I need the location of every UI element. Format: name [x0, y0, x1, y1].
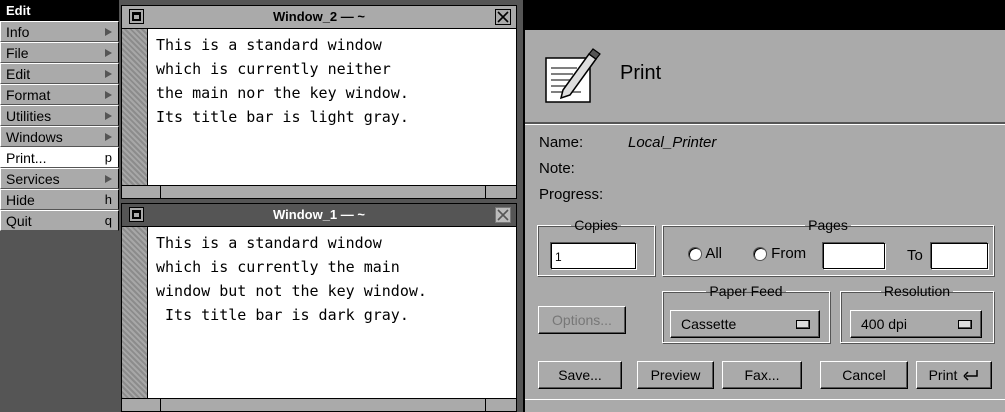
- menu-item-windows[interactable]: Windows: [0, 126, 119, 147]
- miniaturize-icon[interactable]: [129, 9, 144, 24]
- menu-title: Edit: [0, 0, 119, 21]
- paper-feed-box: Paper Feed Cassette: [662, 283, 830, 343]
- window-1: Window_1 — ~ This is a standard window wh…: [121, 203, 517, 412]
- menu-item-services[interactable]: Services: [0, 168, 119, 189]
- submenu-arrow-icon: [105, 111, 112, 120]
- window-1-title: Window_1 — ~: [273, 207, 365, 222]
- popup-icon: [958, 319, 972, 329]
- close-icon[interactable]: [495, 207, 511, 223]
- main-menu: Edit Info File Edit Format Utilities Win…: [0, 0, 119, 231]
- menu-item-format[interactable]: Format: [0, 84, 119, 105]
- print-panel-header: Print: [525, 30, 1005, 124]
- resize-bar[interactable]: [122, 398, 516, 411]
- menu-item-utilities[interactable]: Utilities: [0, 105, 119, 126]
- progress-label: Progress:: [539, 186, 604, 203]
- submenu-arrow-icon: [105, 48, 112, 57]
- save-button[interactable]: Save...: [538, 361, 622, 389]
- divider: [525, 399, 1005, 400]
- shortcut-key: h: [104, 192, 112, 207]
- print-button[interactable]: Print: [916, 361, 992, 389]
- menu-item-file[interactable]: File: [0, 42, 119, 63]
- cancel-button[interactable]: Cancel: [820, 361, 908, 389]
- close-icon[interactable]: [495, 9, 511, 25]
- popup-icon: [796, 319, 810, 329]
- radio-from-icon: [753, 247, 767, 262]
- copies-legend: Copies: [574, 217, 618, 233]
- window-2-titlebar[interactable]: Window_2 — ~: [122, 6, 516, 29]
- shortcut-key: q: [104, 213, 112, 228]
- shortcut-key: p: [104, 150, 112, 165]
- resize-bar[interactable]: [122, 185, 516, 198]
- paper-feed-popup[interactable]: Cassette: [670, 310, 820, 338]
- from-field[interactable]: [823, 243, 885, 269]
- printer-icon: [545, 48, 601, 103]
- window-2-title: Window_2 — ~: [273, 9, 365, 24]
- menu-item-print[interactable]: Print... p: [0, 147, 119, 168]
- note-label: Note:: [539, 160, 575, 177]
- printer-name: Local_Printer: [628, 134, 717, 151]
- radio-from[interactable]: From: [753, 245, 806, 262]
- submenu-arrow-icon: [105, 174, 112, 183]
- fax-button[interactable]: Fax...: [722, 361, 802, 389]
- copies-field[interactable]: 1: [551, 243, 636, 269]
- resolution-legend: Resolution: [883, 283, 951, 299]
- menu-item-hide[interactable]: Hide h: [0, 189, 119, 210]
- submenu-arrow-icon: [105, 27, 112, 36]
- window-1-text[interactable]: This is a standard window which is curren…: [148, 227, 516, 399]
- pages-legend: Pages: [808, 217, 848, 233]
- scroll-bar[interactable]: [122, 227, 148, 399]
- menu-item-edit[interactable]: Edit: [0, 63, 119, 84]
- window-2: Window_2 — ~ This is a standard window wh…: [121, 5, 517, 199]
- print-panel: Print Name: Local_Printer Note: Progress…: [523, 0, 1005, 412]
- radio-all[interactable]: All: [688, 245, 722, 262]
- options-button[interactable]: Options...: [538, 306, 626, 334]
- to-field[interactable]: [931, 243, 988, 269]
- resolution-popup[interactable]: 400 dpi: [850, 310, 982, 338]
- return-key-icon: [963, 370, 979, 381]
- submenu-arrow-icon: [105, 132, 112, 141]
- menu-item-quit[interactable]: Quit q: [0, 210, 119, 231]
- to-label: To: [907, 247, 923, 264]
- print-heading: Print: [620, 62, 662, 84]
- preview-button[interactable]: Preview: [637, 361, 714, 389]
- window-2-text[interactable]: This is a standard window which is curren…: [148, 29, 516, 186]
- radio-all-icon: [688, 247, 702, 262]
- copies-box: Copies 1: [537, 217, 655, 276]
- scroll-bar[interactable]: [122, 29, 148, 186]
- window-1-titlebar[interactable]: Window_1 — ~: [122, 204, 516, 227]
- name-label: Name:: [539, 134, 584, 151]
- pages-box: Pages All From To: [662, 217, 994, 276]
- print-panel-titlebar[interactable]: [525, 0, 1005, 30]
- paper-feed-legend: Paper Feed: [709, 283, 783, 299]
- resolution-box: Resolution 400 dpi: [840, 283, 994, 343]
- submenu-arrow-icon: [105, 90, 112, 99]
- miniaturize-icon[interactable]: [129, 207, 144, 222]
- submenu-arrow-icon: [105, 69, 112, 78]
- menu-item-info[interactable]: Info: [0, 21, 119, 42]
